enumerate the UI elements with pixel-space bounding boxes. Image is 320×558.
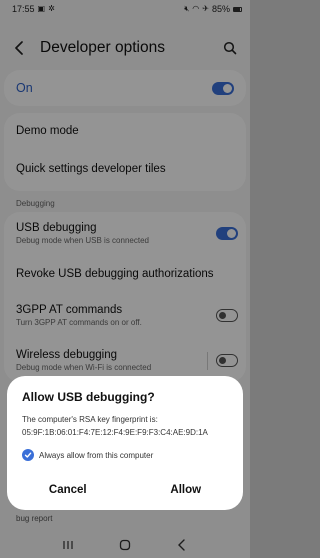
dialog-body: The computer's RSA key fingerprint is: 0… xyxy=(22,413,229,439)
always-allow-checkbox-row[interactable]: Always allow from this computer xyxy=(22,449,229,462)
dialog-buttons: Cancel Allow xyxy=(7,482,243,498)
developer-options-screen: 17:55 ▣ ✲ 🔇︎ ◠ ✈ 85% Developer options O… xyxy=(0,0,250,558)
dialog-title: Allow USB debugging? xyxy=(22,390,155,404)
usb-debugging-dialog: Allow USB debugging? The computer's RSA … xyxy=(7,376,243,510)
allow-button[interactable]: Allow xyxy=(160,482,211,498)
cancel-button[interactable]: Cancel xyxy=(39,482,97,498)
checkmark-icon[interactable] xyxy=(22,449,34,462)
always-allow-label: Always allow from this computer xyxy=(39,450,154,460)
rsa-fingerprint: 05:9F:1B:06:01:F4:7E:12:F4:9E:F9:F3:C4:A… xyxy=(22,428,208,438)
dialog-body-text: The computer's RSA key fingerprint is: xyxy=(22,415,158,424)
